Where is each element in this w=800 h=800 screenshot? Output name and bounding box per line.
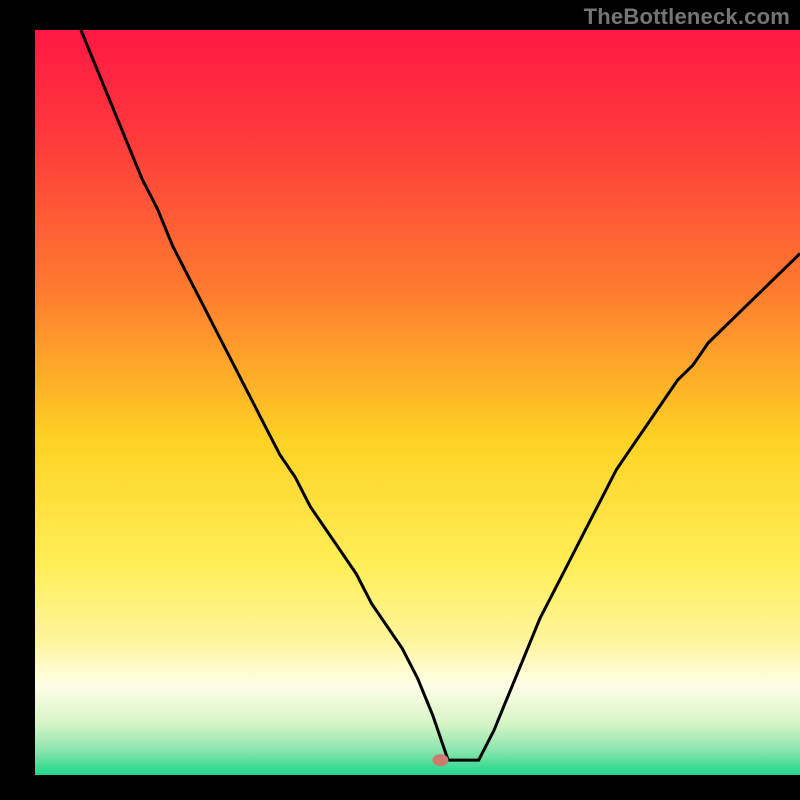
watermark-text: TheBottleneck.com bbox=[584, 4, 790, 30]
bottleneck-chart bbox=[0, 0, 800, 800]
chart-container: { "watermark": "TheBottleneck.com", "cha… bbox=[0, 0, 800, 800]
plot-background bbox=[35, 30, 800, 775]
optimal-marker bbox=[432, 754, 448, 766]
